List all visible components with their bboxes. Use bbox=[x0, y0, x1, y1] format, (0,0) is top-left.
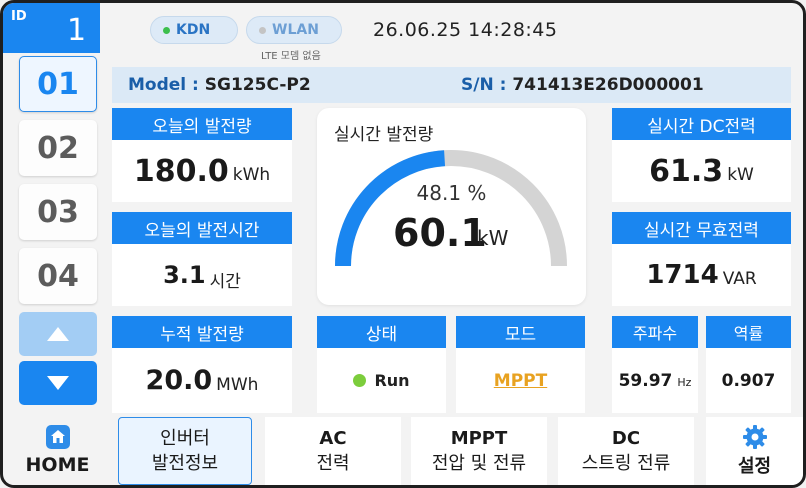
reactive-power-card: 1714 VAR bbox=[612, 244, 791, 306]
inverter-tab-line1: 인버터 bbox=[160, 428, 210, 449]
today-energy-unit: kWh bbox=[232, 165, 271, 185]
total-energy-header: 누적 발전량 bbox=[112, 316, 292, 348]
nav-ac-power-tab[interactable]: AC 전력 bbox=[265, 417, 401, 485]
model-bar: Model : SG125C-P2 S/N : 741413E26D000001 bbox=[112, 67, 791, 103]
ac-tab-line2: 전력 bbox=[316, 453, 350, 474]
gauge-arc bbox=[335, 150, 567, 267]
mode-header: 모드 bbox=[456, 316, 585, 348]
device-id-box: ID 1 bbox=[3, 3, 100, 53]
arrow-up-icon bbox=[47, 327, 69, 341]
total-energy-unit: MWh bbox=[216, 374, 259, 395]
kdn-status-pill[interactable]: KDN bbox=[150, 16, 238, 44]
serial-value: 741413E26D000001 bbox=[512, 75, 704, 95]
today-time-value: 3.1 bbox=[163, 261, 206, 289]
dc-power-card: 61.3 kW bbox=[612, 140, 791, 202]
device-button-04[interactable]: 04 bbox=[19, 248, 97, 304]
reactive-power-value: 1714 bbox=[646, 260, 719, 290]
dc-power-header: 실시간 DC전력 bbox=[612, 108, 791, 140]
gauge-percent: 48.1 % bbox=[416, 181, 487, 205]
run-status-dot bbox=[353, 374, 367, 387]
dc-tab-line1: DC bbox=[611, 428, 641, 449]
mppt-tab-line2: 전압 및 전류 bbox=[431, 453, 527, 474]
mode-card: MPPT bbox=[456, 348, 585, 413]
home-icon bbox=[45, 424, 70, 449]
power-factor-value: 0.907 bbox=[721, 370, 776, 391]
serial-label: S/N : bbox=[461, 75, 507, 95]
inverter-tab-line2: 발전정보 bbox=[151, 453, 219, 474]
reactive-power-unit: VAR bbox=[722, 269, 757, 289]
serial-info: S/N : 741413E26D000001 bbox=[461, 75, 704, 95]
gauge-unit: kW bbox=[477, 226, 509, 250]
gear-icon bbox=[742, 424, 767, 449]
model-value: SG125C-P2 bbox=[204, 75, 311, 95]
status-card: Run bbox=[317, 348, 446, 413]
nav-settings-button[interactable]: 설정 bbox=[706, 417, 803, 485]
wlan-label: WLAN bbox=[272, 22, 319, 38]
device-button-01[interactable]: 01 bbox=[19, 56, 97, 112]
status-header: 상태 bbox=[317, 316, 446, 348]
total-energy-value: 20.0 bbox=[145, 365, 213, 396]
device-id-label: ID bbox=[11, 9, 27, 24]
today-time-header: 오늘의 발전시간 bbox=[112, 212, 292, 244]
dc-power-value: 61.3 bbox=[649, 153, 724, 189]
power-factor-card: 0.907 bbox=[706, 348, 791, 413]
dc-power-unit: kW bbox=[727, 165, 754, 185]
arrow-down-icon bbox=[47, 376, 69, 390]
screen-frame: ID 1 KDN WLAN LTE 모뎀 없음 26.06.25 14:28:4… bbox=[0, 0, 806, 488]
total-energy-card: 20.0 MWh bbox=[112, 348, 292, 413]
status-value: Run bbox=[374, 371, 410, 390]
today-energy-value: 180.0 bbox=[133, 153, 229, 189]
power-factor-header: 역률 bbox=[706, 316, 791, 348]
mppt-tab-line1: MPPT bbox=[450, 428, 508, 449]
kdn-label: KDN bbox=[176, 22, 211, 38]
dc-tab-line2: 스트링 전류 bbox=[581, 453, 671, 474]
scroll-up-button[interactable] bbox=[19, 312, 97, 356]
today-time-unit: 시간 bbox=[209, 271, 241, 292]
ac-tab-line1: AC bbox=[319, 428, 347, 449]
mode-value-link[interactable]: MPPT bbox=[494, 371, 547, 391]
nav-home-button[interactable]: HOME bbox=[6, 417, 109, 485]
wlan-status-pill[interactable]: WLAN bbox=[246, 16, 342, 44]
nav-dc-string-tab[interactable]: DC 스트링 전류 bbox=[558, 417, 694, 485]
frequency-value: 59.97 bbox=[618, 370, 673, 391]
home-label: HOME bbox=[25, 453, 90, 476]
gauge-value: 60.1 bbox=[393, 211, 487, 255]
device-button-03[interactable]: 03 bbox=[19, 184, 97, 240]
realtime-power-gauge: 실시간 발전량 48.1 % 60.1 kW bbox=[317, 108, 586, 305]
device-button-02[interactable]: 02 bbox=[19, 120, 97, 176]
wlan-status-dot bbox=[259, 26, 266, 34]
frequency-header: 주파수 bbox=[612, 316, 698, 348]
kdn-status-dot bbox=[163, 26, 170, 34]
lte-status-text: LTE 모뎀 없음 bbox=[261, 51, 321, 62]
model-label: Model : bbox=[128, 75, 199, 95]
frequency-card: 59.97 Hz bbox=[612, 348, 698, 413]
nav-mppt-tab[interactable]: MPPT 전압 및 전류 bbox=[411, 417, 547, 485]
today-energy-header: 오늘의 발전량 bbox=[112, 108, 292, 140]
nav-inverter-info-tab[interactable]: 인버터 발전정보 bbox=[118, 417, 252, 485]
scroll-down-button[interactable] bbox=[19, 361, 97, 405]
today-energy-card: 180.0 kWh bbox=[112, 140, 292, 202]
model-info: Model : SG125C-P2 bbox=[128, 75, 311, 95]
datetime: 26.06.25 14:28:45 bbox=[373, 19, 558, 41]
device-id-value: 1 bbox=[67, 13, 87, 48]
frequency-unit: Hz bbox=[677, 376, 692, 389]
today-time-card: 3.1 시간 bbox=[112, 244, 292, 306]
settings-label: 설정 bbox=[737, 455, 772, 477]
reactive-power-header: 실시간 무효전력 bbox=[612, 212, 791, 244]
